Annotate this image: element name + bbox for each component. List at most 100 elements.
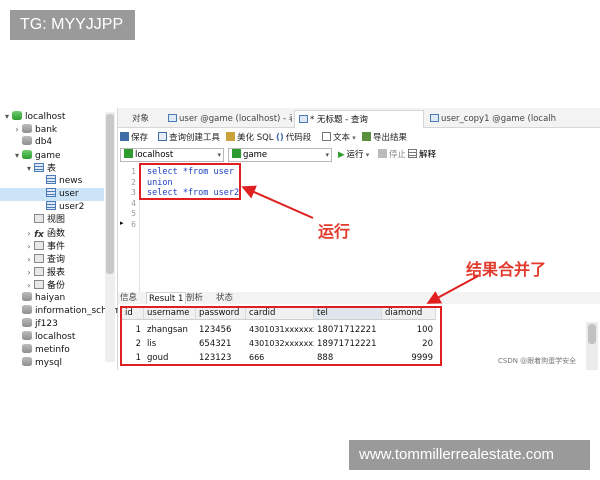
tree-item[interactable]: haiyan: [0, 292, 104, 305]
tree-item-label: user: [59, 189, 79, 199]
grid-scroll-thumb[interactable]: [588, 324, 596, 344]
tab-objects[interactable]: 对象: [128, 110, 162, 128]
database-icon: [22, 357, 32, 366]
tree-item[interactable]: user: [0, 188, 104, 201]
result-tab-status[interactable]: 状态: [216, 292, 233, 304]
database-icon: [22, 331, 32, 340]
snippet-label: 代码段: [285, 133, 312, 143]
tab-user-table[interactable]: user @game (localhost) - 表: [164, 110, 292, 128]
beautify-sql-button[interactable]: 美化 SQL: [226, 131, 274, 145]
folder-icon: [34, 214, 44, 223]
tree-item-label: haiyan: [35, 293, 66, 303]
tree-item-label: bank: [35, 125, 58, 135]
text-button[interactable]: 文本 ▾: [322, 131, 356, 145]
watermark-bottom: www.tommillerrealestate.com: [349, 440, 590, 470]
run-button[interactable]: ▶ 运行 ▾: [338, 148, 369, 162]
table-icon: [168, 114, 177, 122]
tree-item[interactable]: news: [0, 175, 104, 188]
chevron-right-icon[interactable]: ›: [24, 266, 34, 279]
tree-item-label: 表: [47, 164, 57, 174]
snippet-icon: (): [276, 133, 284, 143]
text-label: 文本: [333, 133, 351, 143]
chevron-down-icon[interactable]: ▾: [2, 110, 12, 123]
tree-item-label: 视图: [47, 215, 66, 225]
chevron-down-icon[interactable]: ▾: [24, 162, 34, 175]
chevron-right-icon[interactable]: ›: [24, 279, 34, 292]
export-results-button[interactable]: 导出结果: [362, 131, 407, 145]
line-number: 3: [131, 188, 136, 197]
tree-item[interactable]: information_schema: [0, 305, 127, 318]
database-icon: [22, 136, 32, 145]
tab-untitled-query[interactable]: * 无标题 - 查询: [294, 110, 424, 128]
tree-item[interactable]: metinfo: [0, 344, 104, 357]
chevron-right-icon[interactable]: ›: [12, 123, 22, 136]
tree-item-label: localhost: [35, 332, 76, 342]
explain-button[interactable]: 解释: [408, 148, 436, 162]
connection-bar: localhost ▾ game ▾ ▶ 运行 ▾ 停止 解释: [118, 147, 600, 164]
tree-item[interactable]: › fx 函数: [0, 227, 104, 240]
tree-item[interactable]: › 备份: [0, 279, 104, 292]
tree-item[interactable]: 视图: [0, 214, 104, 227]
connection-select[interactable]: localhost ▾: [120, 148, 224, 162]
tab-user-copy1[interactable]: user_copy1 @game (localh...: [426, 110, 556, 128]
code-highlight-box: [139, 163, 241, 200]
save-icon: [120, 132, 129, 141]
tree-item-label: jf123: [35, 319, 58, 329]
snippet-button[interactable]: () 代码段: [276, 131, 311, 145]
chevron-down-icon: ▾: [325, 151, 329, 159]
tree-item[interactable]: ▾ 表: [0, 162, 104, 175]
database-icon: [22, 124, 32, 133]
database-icon: [22, 318, 32, 327]
tab-user-table-label: user @game (localhost) - 表: [179, 114, 292, 124]
database-icon: [22, 305, 32, 314]
beautify-label: 美化 SQL: [237, 133, 274, 143]
tree-item[interactable]: ▾ game: [0, 149, 104, 162]
query-builder-button[interactable]: 查询创建工具: [158, 131, 220, 145]
folder-icon: [34, 241, 44, 250]
chevron-right-icon[interactable]: ›: [24, 227, 34, 240]
database-open-icon: [12, 111, 22, 120]
tree-item[interactable]: mysql: [0, 357, 104, 370]
result-tab-profile[interactable]: 剖析: [186, 292, 203, 304]
tree-item[interactable]: › bank: [0, 123, 104, 136]
save-button[interactable]: 保存: [120, 131, 148, 145]
connection-tree: ▾ localhost › bank db4 ▾ game ▾ 表 news user user2 视图…: [0, 108, 127, 370]
stop-label: 停止: [389, 150, 407, 160]
stop-icon: [378, 149, 387, 158]
line-number: 4: [131, 198, 136, 208]
tree-item[interactable]: › 事件: [0, 240, 104, 253]
line-number: 1: [131, 167, 136, 176]
editor-tabs: 对象 user @game (localhost) - 表 * 无标题 - 查询…: [118, 108, 600, 128]
connection-value: localhost: [135, 150, 174, 160]
line-number: 2: [131, 177, 136, 187]
tree-item[interactable]: user2: [0, 201, 104, 214]
tree-item[interactable]: db4: [0, 136, 104, 149]
database-select[interactable]: game ▾: [228, 148, 332, 162]
folder-icon: [34, 280, 44, 289]
chevron-down-icon[interactable]: ▾: [12, 149, 22, 162]
sidebar-scroll-thumb[interactable]: [106, 114, 114, 274]
tree-item[interactable]: ▾ localhost: [0, 110, 104, 123]
save-label: 保存: [131, 133, 149, 143]
csdn-credit: CSDN @跟着狗蛋学安全: [498, 357, 577, 365]
chevron-right-icon[interactable]: ›: [24, 253, 34, 266]
tree-item-label: db4: [35, 137, 53, 147]
tree-item-label: mysql: [35, 358, 62, 368]
run-label: 运行: [346, 150, 364, 160]
chevron-right-icon[interactable]: ›: [24, 240, 34, 253]
table-icon: [46, 201, 56, 210]
tab-untitled-query-label: * 无标题 - 查询: [310, 115, 368, 125]
tree-item[interactable]: › 查询: [0, 253, 104, 266]
page-root: TG: MYYJJPP ▾ localhost › bank db4 ▾ game ▾ 表 new…: [0, 0, 600, 480]
table-icon: [46, 175, 56, 184]
tree-item[interactable]: jf123: [0, 318, 104, 331]
beautify-icon: [226, 132, 235, 141]
tree-item[interactable]: localhost: [0, 331, 104, 344]
result-tab-result1[interactable]: Result 1: [146, 292, 187, 304]
result-tab-info[interactable]: 信息: [120, 292, 137, 304]
folder-icon: [34, 267, 44, 276]
tree-item-label: metinfo: [35, 345, 70, 355]
tree-item[interactable]: › 报表: [0, 266, 104, 279]
tab-user-copy1-label: user_copy1 @game (localh...: [441, 114, 556, 124]
stop-button[interactable]: 停止: [378, 148, 406, 162]
